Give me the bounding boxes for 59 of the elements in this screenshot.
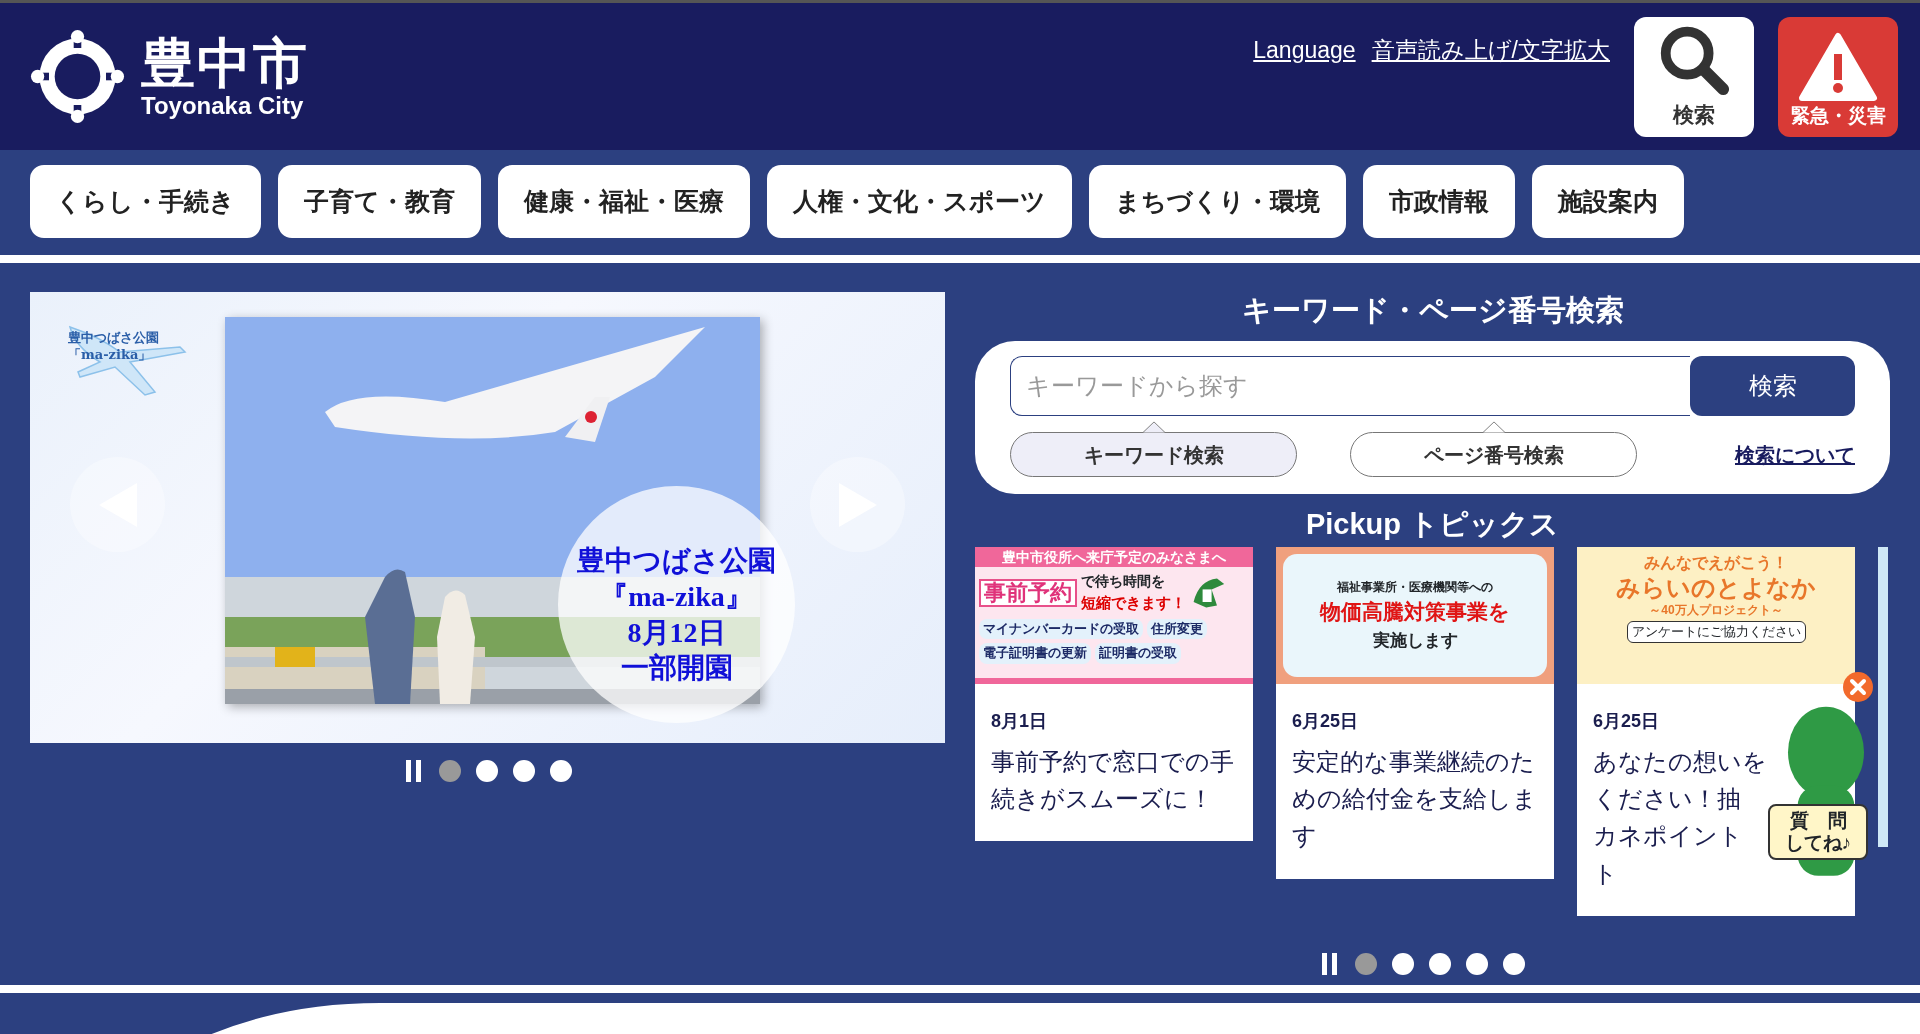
search-field[interactable]: キーワードから探す [1010,356,1690,416]
banner-text: 物価高騰対策事業を [1320,599,1510,625]
banner-text: ～40万人プロジェクト～ [1649,602,1783,620]
nav-button[interactable]: 健康・福祉・医療 [498,165,750,238]
emergency-button[interactable]: 緊急・災害 [1778,16,1898,137]
topic-title: 安定的な事業継続のた めの給付金を支給しま す [1292,747,1537,852]
banner-text: みんなでえがこう！ [1644,553,1788,574]
slide-dot[interactable] [1503,953,1525,975]
banner-tag: 住所変更 [1147,618,1207,640]
nav-button[interactable]: くらし・手続き [30,165,261,238]
nav-button[interactable]: 施設案内 [1532,165,1684,238]
close-icon [1843,672,1873,702]
banner-tag: 電子証明書の更新 [979,643,1091,664]
nav-button[interactable]: 人権・文化・スポーツ [767,165,1072,238]
slide-dot[interactable] [512,760,535,782]
search-help-link[interactable]: 検索について [1735,439,1855,470]
park-logo-text: 豊中つばさ公園 「ma-zika」 [68,330,159,364]
header-link[interactable]: Language [1253,32,1356,67]
banner-tag: 証明書の受取 [1095,643,1181,664]
pause-icon [403,760,424,782]
banner-text: で待ち時間を [1081,572,1166,591]
slide-dot[interactable] [549,760,572,782]
nav-button[interactable]: まちづくり・環境 [1089,165,1346,238]
city-name-romaji: Toyonaka City [141,93,305,118]
banner-text: みらいのとよなか [1616,575,1816,602]
topic-card[interactable]: 福祉事業所・医療機関等への 物価高騰対策事業を 実施します 6月25日 安定的な事業継続のた めの給付金を支給しま す [1276,547,1554,879]
topic-title: 事前予約で窓口での手 続きがスムーズに！ [991,747,1234,815]
survey-label: アンケートにご協力ください [1626,621,1806,643]
search-button[interactable]: 検索 [1634,16,1754,137]
city-name: 豊中市 [141,35,309,90]
banner-tag: マイナンバーカードの受取 [979,618,1143,640]
banner-text: 実施します [1372,629,1458,652]
banner-text: 豊中市役所へ来庁予定のみなさまへ [975,547,1253,567]
tab-pointer-icon [1481,421,1506,433]
search-submit-button[interactable]: 検索 [1690,356,1855,416]
banner-text: 事前予約 [979,578,1077,607]
slide-dot[interactable] [1466,953,1488,975]
nav-button[interactable]: 市政情報 [1363,165,1515,238]
pickup-heading: Pickup トピックス [1304,510,1561,539]
slide-dot[interactable] [475,760,498,782]
slide-dot[interactable] [1392,953,1414,975]
banner-text: 福祉事業所・医療機関等への [1337,579,1493,596]
city-emblem-icon [30,29,125,124]
header-link[interactable]: 音声読み上げ/文字拡大 [1371,32,1610,67]
slide-dot[interactable] [1429,953,1451,975]
topic-date: 6月25日 [1593,710,1661,733]
warning-icon [1798,32,1878,102]
topic-date: 8月1日 [991,710,1049,733]
search-heading: キーワード・ページ番号検索 [1240,293,1625,325]
topic-date: 6月25日 [1292,710,1360,733]
slide-dot[interactable] [1355,953,1377,975]
banner-text: 短縮できます！ [1081,593,1186,613]
nav-button[interactable]: 子育て・教育 [278,165,481,238]
slide-dot[interactable] [438,760,461,782]
slide-caption: 豊中つばさ公園 『ma-zika』 8月12日 一部開園 [558,486,795,723]
tab-pointer-icon [1141,421,1166,433]
chat-prompt-label[interactable]: 質 問 してね♪ [1768,804,1868,860]
pause-icon [1320,953,1340,975]
topic-title: あなたの想いを ください！抽 カネポイント ト [1593,747,1767,889]
